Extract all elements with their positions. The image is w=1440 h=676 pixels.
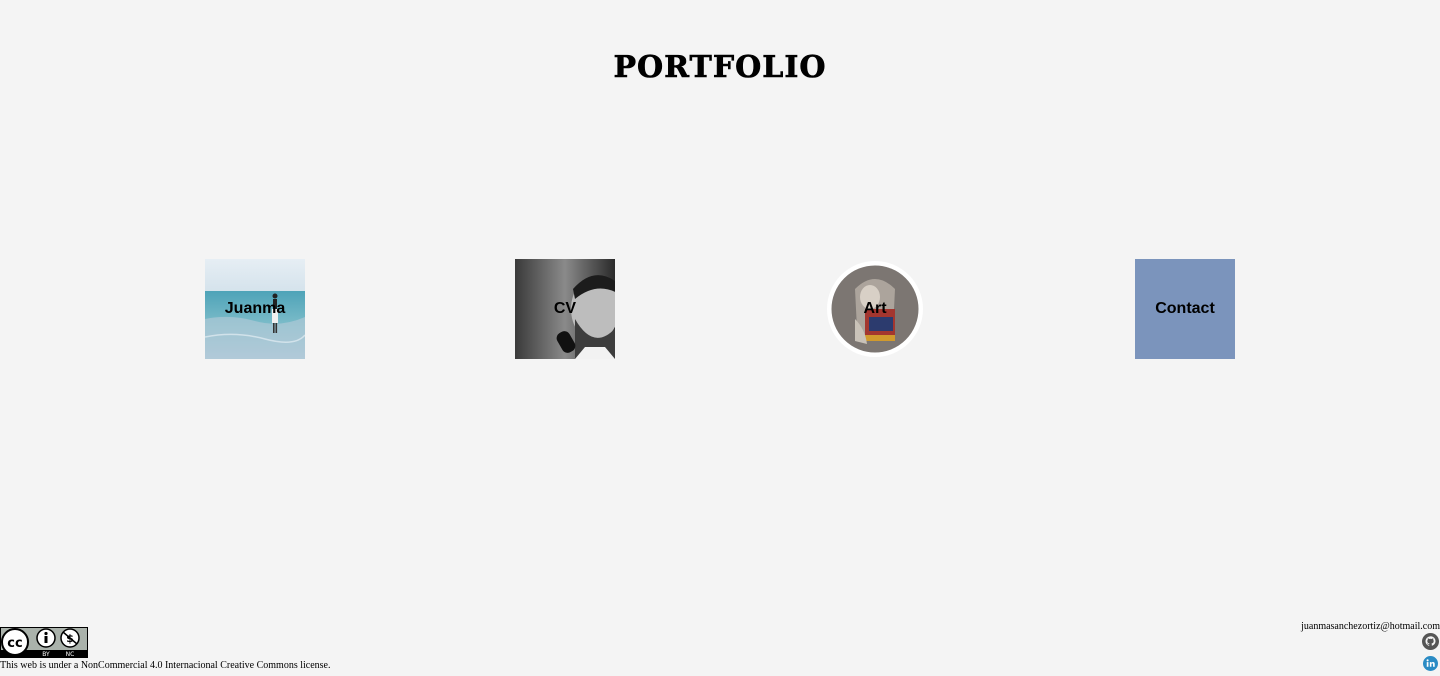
tile-label: Contact: [1155, 300, 1215, 317]
tile-label: CV: [553, 300, 577, 317]
tile-cv[interactable]: CV: [515, 259, 615, 359]
cc-nc-text: NC: [66, 651, 75, 658]
tile-label: Art: [863, 300, 887, 317]
tile-contact[interactable]: Contact: [1135, 259, 1235, 359]
license-text: This web is under a NonCommercial 4.0 In…: [0, 660, 331, 671]
github-icon[interactable]: [1422, 633, 1439, 650]
tile-juanma[interactable]: Juanma: [205, 259, 305, 359]
tile-label: Juanma: [224, 300, 286, 317]
cc-license-badge[interactable]: cc $ BY NC: [0, 627, 88, 658]
page-title: PORTFOLIO: [613, 50, 827, 86]
svg-text:cc: cc: [7, 636, 22, 651]
contact-email[interactable]: juanmasanchezortiz@hotmail.com: [1301, 621, 1440, 632]
cc-by-text: BY: [42, 651, 50, 658]
tile-art[interactable]: Art: [825, 259, 925, 359]
linkedin-icon[interactable]: [1423, 656, 1438, 671]
